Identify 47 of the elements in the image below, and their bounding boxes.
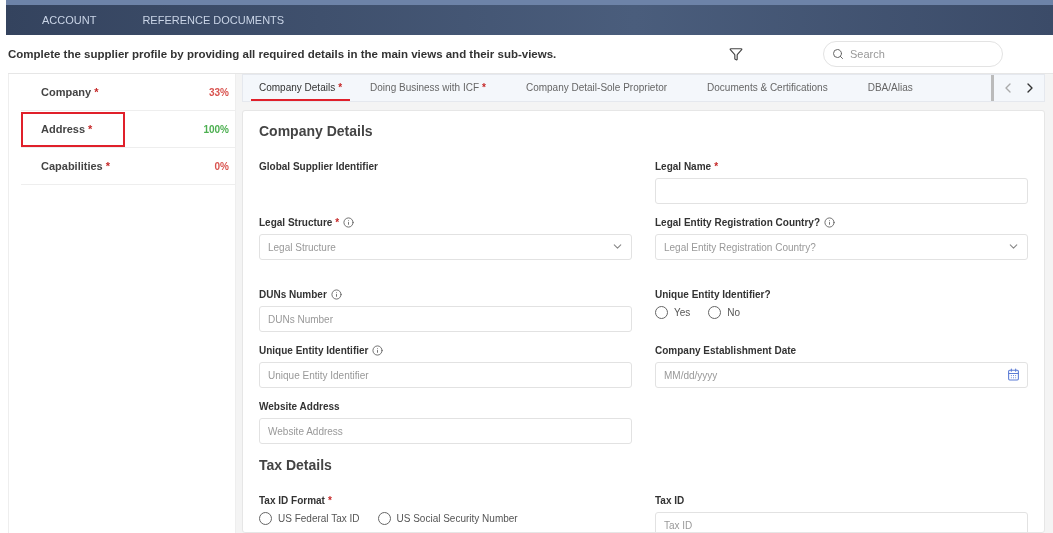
filter-icon[interactable] (729, 47, 743, 61)
tab[interactable]: DBA/Alias (847, 75, 933, 101)
calendar-icon[interactable] (1007, 368, 1020, 381)
field-label: Legal Entity Registration Country? (655, 217, 820, 228)
field-label: Global Supplier Identifier (259, 161, 378, 172)
text-field[interactable]: Tax ID (655, 512, 1028, 532)
tab[interactable]: Documents & Certifications (687, 75, 848, 101)
text-field[interactable]: Unique Entity Identifier (259, 362, 632, 388)
field-label: Legal Name * (655, 161, 719, 172)
radio-option[interactable]: US Social Security Number (377, 512, 518, 525)
nav-link[interactable]: ACCOUNT (42, 14, 97, 26)
search-field[interactable]: Search (823, 41, 1003, 67)
select-field[interactable]: Legal Structure (259, 234, 632, 260)
section-title: Tax Details (259, 457, 333, 473)
progress-percent: 0% (214, 160, 229, 172)
section-title: Company Details (259, 123, 374, 139)
radio-option[interactable]: No (708, 306, 741, 319)
info-icon[interactable] (330, 289, 342, 300)
progress-percent: 33% (209, 86, 229, 98)
text-field[interactable]: DUNs Number (259, 306, 632, 332)
text-field[interactable] (655, 178, 1028, 204)
radio-option[interactable]: US Federal Tax ID (259, 512, 360, 525)
field-label: Unique Entity Identifier? (655, 289, 771, 300)
instruction-text: Complete the supplier profile by providing all required details in the main views and their sub-views. (8, 48, 558, 60)
field-label: Unique Entity Identifier (259, 345, 369, 356)
info-icon[interactable] (372, 345, 384, 356)
sidebar-item[interactable]: Company * 33% (21, 74, 235, 111)
progress-percent: 100% (203, 123, 229, 135)
tab[interactable]: Company Details * (251, 75, 351, 101)
date-field[interactable]: MM/dd/yyyy (655, 362, 1028, 388)
sidebar-item[interactable]: Capabilities * 0% (21, 148, 235, 185)
field-label: Legal Structure * (259, 217, 340, 228)
field-label: Company Establishment Date (655, 345, 797, 356)
info-icon[interactable] (824, 217, 835, 228)
info-icon[interactable] (343, 217, 355, 228)
sidebar-item[interactable]: Address * 100% (21, 111, 235, 148)
tab[interactable]: Company Detail-Sole Proprietor (505, 75, 688, 101)
text-field[interactable]: Website Address (259, 418, 632, 444)
field-label: Tax ID (655, 495, 685, 506)
select-field[interactable]: Legal Entity Registration Country? (655, 234, 1028, 260)
radio-option[interactable]: Yes (655, 306, 691, 319)
field-label: Tax ID Format * (259, 495, 332, 506)
search-icon (832, 48, 844, 60)
field-label: DUNs Number (259, 289, 327, 300)
field-label: Website Address (259, 401, 340, 412)
tab[interactable]: Doing Business with ICF * (350, 75, 506, 101)
nav-link[interactable]: REFERENCE DOCUMENTS (142, 14, 285, 26)
